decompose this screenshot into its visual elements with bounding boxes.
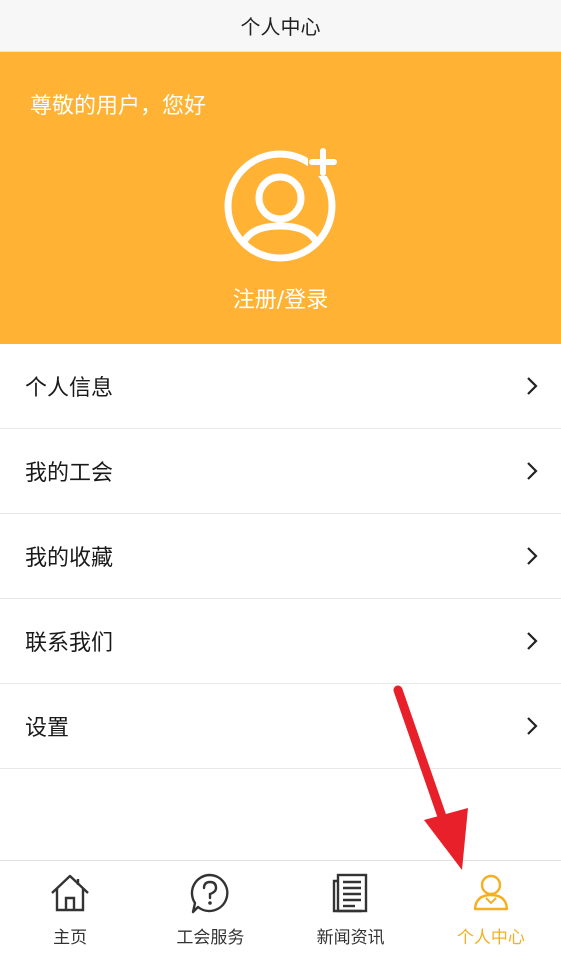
menu-item-my-union[interactable]: 我的工会 [0, 429, 561, 514]
menu-item-settings[interactable]: 设置 [0, 684, 561, 769]
menu-list: 个人信息 我的工会 我的收藏 联系我们 设置 [0, 344, 561, 769]
bottom-tab-bar: 主页 工会服务 新闻资讯 个人中心 [0, 860, 561, 965]
news-icon [332, 873, 367, 913]
chevron-right-icon [527, 547, 538, 565]
chevron-right-icon [527, 377, 538, 395]
menu-item-label: 个人信息 [25, 376, 114, 401]
chevron-right-icon [527, 717, 538, 735]
chevron-right-icon [527, 462, 538, 480]
chevron-right-icon [527, 632, 538, 650]
menu-item-label: 我的收藏 [25, 546, 114, 571]
tab-label: 个人中心 [456, 928, 525, 948]
home-icon [51, 874, 89, 912]
top-bar: 个人中心 [0, 0, 561, 52]
menu-item-label: 联系我们 [25, 631, 114, 656]
tab-union-service[interactable]: 工会服务 [140, 861, 280, 965]
tab-label: 主页 [53, 928, 88, 948]
tab-news[interactable]: 新闻资讯 [281, 861, 421, 965]
login-register-link[interactable]: 注册/登录 [0, 282, 561, 314]
menu-item-favorites[interactable]: 我的收藏 [0, 514, 561, 599]
tab-label: 新闻资讯 [316, 928, 385, 948]
menu-item-label: 我的工会 [25, 461, 114, 486]
user-add-icon [224, 146, 338, 262]
tab-home[interactable]: 主页 [0, 861, 140, 965]
page-title: 个人中心 [240, 15, 321, 39]
greeting-text: 尊敬的用户，您好 [30, 94, 207, 119]
tab-personal-center[interactable]: 个人中心 [421, 861, 561, 965]
menu-item-label: 设置 [25, 716, 70, 741]
person-icon [473, 874, 509, 911]
menu-item-contact-us[interactable]: 联系我们 [0, 599, 561, 684]
help-bubble-icon [191, 873, 229, 914]
avatar-button[interactable] [222, 146, 340, 264]
tab-label: 工会服务 [176, 928, 245, 948]
menu-item-personal-info[interactable]: 个人信息 [0, 344, 561, 429]
profile-header: 尊敬的用户，您好 注册/登录 [0, 52, 561, 344]
